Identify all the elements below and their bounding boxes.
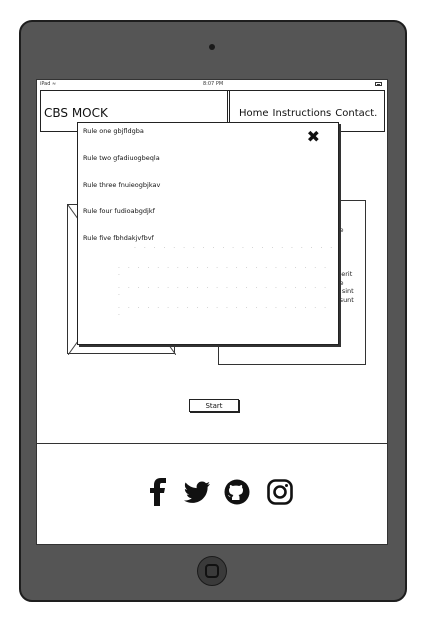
twitter-icon[interactable] (183, 481, 211, 503)
battery-icon (375, 82, 382, 86)
social-links (149, 478, 299, 508)
list-item: Rule five fbhdakjvfbvf (83, 234, 154, 242)
github-icon[interactable] (224, 479, 250, 505)
nav-contact[interactable]: Contact. (335, 108, 377, 119)
clock: 8:07 PM (203, 81, 224, 87)
list-item: Rule three fnuieogbjkav (83, 181, 161, 189)
device-label: iPad ≈ (40, 81, 57, 87)
list-item: Rule two gfadiuogbeqla (83, 154, 160, 162)
list-item: Rule one gbjfldgba (83, 127, 144, 135)
start-button[interactable]: Start (189, 399, 239, 412)
faded-dots: · · · · · · · · · · · · · · · · · · · · … (118, 305, 330, 319)
camera-icon (209, 44, 215, 50)
faded-dots: · · · · · · · · · · · · · · · · · · · · … (118, 285, 330, 299)
list-item: Rule four fudioabgdjkf (83, 207, 155, 215)
brand-title: CBS MOCK (44, 106, 108, 120)
faded-dots: · · · · · · · · · · · · · · · · · · · · … (118, 265, 330, 279)
instagram-icon[interactable] (267, 479, 293, 505)
nav-instructions[interactable]: Instructions (273, 108, 332, 119)
rules-modal: ✖ Rule one gbjfldgba Rule two gfadiuogbe… (77, 122, 339, 345)
status-bar: iPad ≈ 8:07 PM (37, 80, 387, 89)
footer-divider (37, 443, 387, 444)
facebook-icon[interactable] (149, 478, 169, 506)
close-icon[interactable]: ✖ (307, 127, 320, 146)
faded-dots: · · · · · · · · · · · · · · · · · · · · … (134, 245, 336, 252)
screen: iPad ≈ 8:07 PM CBS MOCK Home Instructions… (36, 79, 388, 545)
home-button[interactable] (197, 556, 227, 586)
nav-home[interactable]: Home (239, 108, 269, 119)
